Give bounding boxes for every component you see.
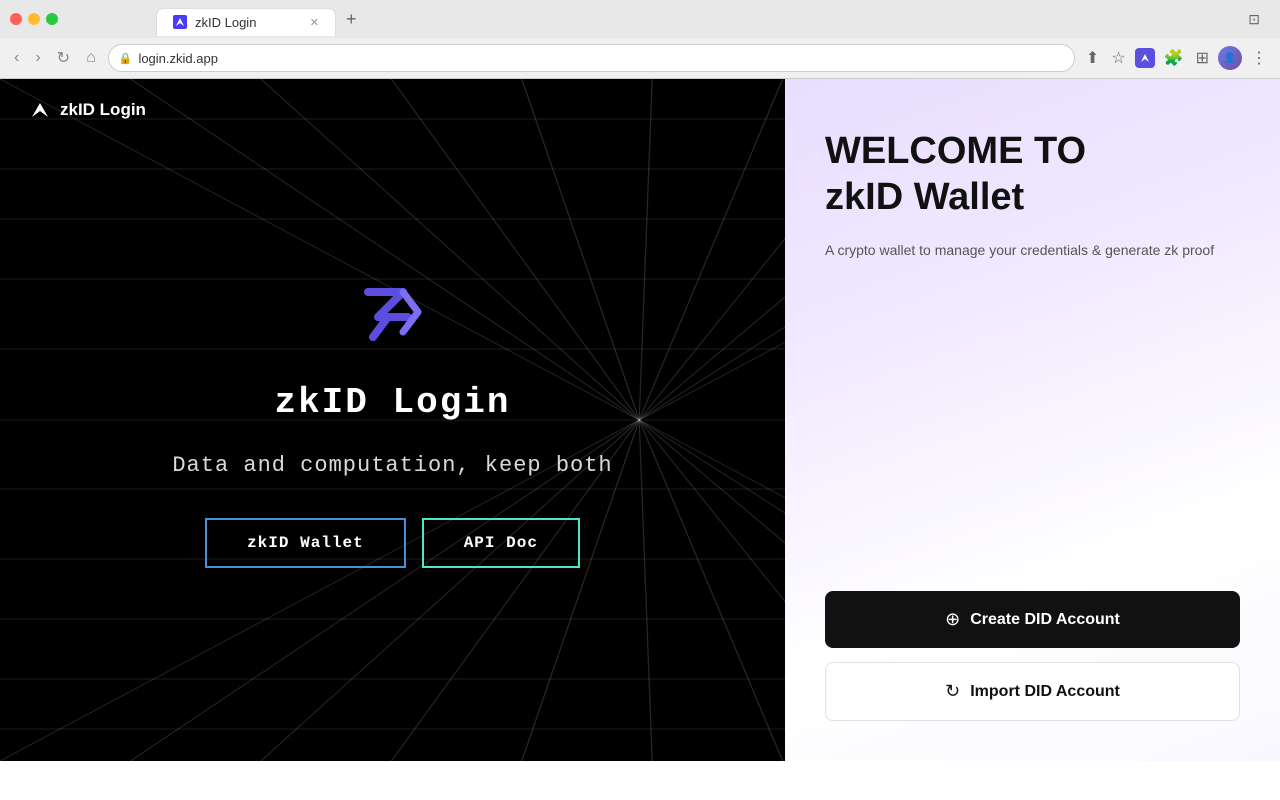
address-bar[interactable]: 🔒 login.zkid.app — [108, 44, 1075, 72]
page: zkID Login zkID Login Data and computati… — [0, 79, 1280, 761]
maximize-btn[interactable] — [46, 13, 58, 25]
browser-chrome: zkID Login ✕ + ⊡ ‹ › ↻ ⌂ 🔒 login.zkid.ap… — [0, 0, 1280, 79]
tab-title: zkID Login — [195, 15, 256, 30]
forward-btn[interactable]: › — [31, 45, 44, 71]
create-did-icon: ⊕ — [945, 609, 960, 630]
site-title: zkID Login — [274, 382, 510, 423]
refresh-btn[interactable]: ↻ — [53, 44, 74, 72]
home-btn[interactable]: ⌂ — [82, 45, 100, 71]
import-did-btn[interactable]: ↻ Import DID Account — [825, 662, 1240, 721]
right-panel: WELCOME TO zkID Wallet A crypto wallet t… — [785, 79, 1280, 761]
action-buttons: ⊕ Create DID Account ↻ Import DID Accoun… — [825, 591, 1240, 721]
puzzle-icon[interactable]: 🧩 — [1161, 45, 1187, 71]
create-did-btn[interactable]: ⊕ Create DID Account — [825, 591, 1240, 648]
import-did-label: Import DID Account — [970, 683, 1120, 701]
welcome-heading: WELCOME TO zkID Wallet — [825, 129, 1240, 220]
lock-icon: 🔒 — [119, 52, 133, 65]
sidebar-toggle-icon[interactable]: ⊡ — [1248, 11, 1260, 28]
create-did-label: Create DID Account — [970, 611, 1120, 629]
nav-actions: ⬆ ☆ 🧩 ⊞ 👤 ⋮ — [1083, 45, 1270, 71]
nav-bar: ‹ › ↻ ⌂ 🔒 login.zkid.app ⬆ ☆ 🧩 ⊞ 👤 ⋮ — [0, 38, 1280, 78]
main-logo-icon — [353, 272, 433, 352]
url-text: login.zkid.app — [138, 51, 218, 66]
welcome-subtitle: A crypto wallet to manage your credentia… — [825, 240, 1240, 261]
nav-buttons: zkID Wallet API Doc — [205, 518, 580, 568]
close-btn[interactable] — [10, 13, 22, 25]
bookmark-btn[interactable]: ☆ — [1108, 45, 1128, 71]
profile-avatar[interactable]: 👤 — [1218, 46, 1242, 70]
share-btn[interactable]: ⬆ — [1083, 45, 1102, 71]
extension-icon[interactable] — [1135, 48, 1155, 68]
new-tab-btn[interactable]: + — [336, 3, 367, 36]
back-btn[interactable]: ‹ — [10, 45, 23, 71]
sidebar-icon[interactable]: ⊞ — [1193, 45, 1212, 71]
tab-favicon — [173, 15, 187, 29]
active-tab[interactable]: zkID Login ✕ — [156, 8, 336, 36]
tab-close-btn[interactable]: ✕ — [310, 16, 319, 29]
tab-bar: zkID Login ✕ + — [146, 3, 377, 36]
main-content: zkID Login Data and computation, keep bo… — [0, 79, 785, 761]
tagline: Data and computation, keep both — [172, 453, 612, 478]
menu-btn[interactable]: ⋮ — [1248, 45, 1270, 71]
minimize-btn[interactable] — [28, 13, 40, 25]
import-did-icon: ↻ — [945, 681, 960, 702]
window-controls — [10, 13, 58, 25]
wallet-btn[interactable]: zkID Wallet — [205, 518, 406, 568]
title-bar: zkID Login ✕ + ⊡ — [0, 0, 1280, 38]
api-doc-btn[interactable]: API Doc — [422, 518, 580, 568]
